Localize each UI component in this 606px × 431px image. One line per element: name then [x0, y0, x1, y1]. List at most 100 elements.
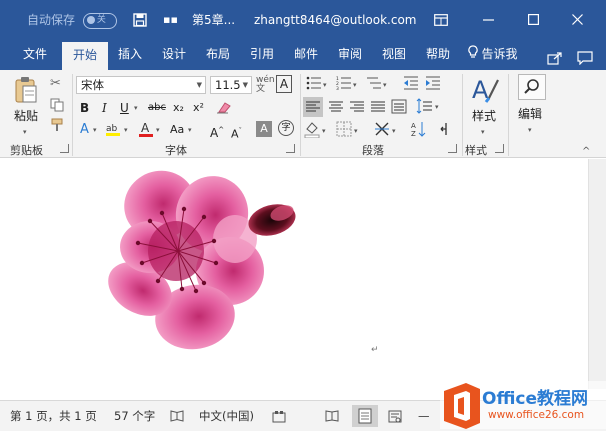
proofing-icon[interactable] — [170, 410, 184, 423]
font-name-combo[interactable]: 宋体 ▼ — [76, 76, 206, 94]
paste-icon[interactable] — [14, 76, 38, 110]
text-effects-dropdown-icon[interactable]: ▾ — [93, 122, 97, 138]
font-size-combo[interactable]: 11.5 ▼ — [210, 76, 252, 94]
close-icon[interactable] — [572, 14, 583, 25]
cut-icon[interactable]: ✂ — [50, 76, 61, 92]
print-layout-button[interactable] — [352, 405, 378, 427]
paste-button[interactable]: 粘贴 — [14, 108, 38, 124]
bold-button[interactable]: B — [80, 100, 89, 116]
numbering-dropdown-icon[interactable]: ▾ — [353, 77, 357, 93]
align-center-icon[interactable] — [326, 97, 346, 121]
page-info[interactable]: 第 1 页，共 1 页 — [10, 401, 97, 431]
tab-references[interactable]: 引用 — [242, 40, 282, 70]
paste-dropdown-icon[interactable]: ▾ — [23, 124, 27, 140]
multilevel-dropdown-icon[interactable]: ▾ — [383, 77, 387, 93]
grow-font-label: A — [210, 126, 219, 140]
align-left-button[interactable] — [303, 97, 323, 117]
highlight-icon[interactable]: ab — [104, 120, 122, 142]
phonetic-guide-icon[interactable]: wén 文 — [256, 76, 275, 94]
collapse-ribbon-icon[interactable]: ^ — [582, 144, 590, 160]
char-border-icon[interactable]: A — [276, 75, 292, 93]
editing-dropdown-icon[interactable]: ▾ — [528, 122, 532, 138]
grow-font-button[interactable]: A^ — [210, 122, 224, 141]
maximize-icon[interactable] — [528, 14, 539, 25]
language[interactable]: 中文(中国) — [199, 401, 254, 431]
styles-icon[interactable]: A — [470, 74, 500, 108]
share-icon[interactable] — [544, 47, 566, 65]
ribbon-display-icon[interactable] — [434, 14, 448, 26]
customize-qat-icon[interactable]: ▪▪ — [163, 0, 178, 40]
line-spacing-dropdown-icon[interactable]: ▾ — [435, 99, 439, 115]
tab-layout[interactable]: 布局 — [198, 40, 238, 70]
align-right-icon[interactable] — [347, 97, 367, 121]
format-painter-icon[interactable] — [50, 118, 64, 136]
italic-button[interactable]: I — [102, 100, 107, 116]
clear-formatting-icon[interactable] — [216, 100, 232, 118]
change-case-button[interactable]: Aa — [170, 122, 184, 138]
shading-icon[interactable] — [304, 120, 320, 142]
save-icon[interactable] — [133, 13, 147, 27]
tab-review[interactable]: 审阅 — [330, 40, 370, 70]
font-color-dropdown-icon[interactable]: ▾ — [156, 122, 160, 138]
underline-button[interactable]: U — [120, 100, 129, 116]
numbering-icon[interactable]: 123 — [336, 76, 352, 94]
tab-help[interactable]: 帮助 — [418, 40, 458, 70]
clipboard-launcher-icon[interactable] — [60, 144, 69, 153]
paragraph-launcher-icon[interactable] — [448, 144, 457, 153]
tab-design[interactable]: 设计 — [154, 40, 194, 70]
multilevel-list-icon[interactable] — [366, 76, 382, 94]
macro-icon[interactable] — [272, 410, 286, 423]
font-launcher-icon[interactable] — [286, 144, 295, 153]
search-icon[interactable] — [518, 74, 546, 100]
subscript-button[interactable]: x₂ — [173, 100, 184, 116]
comments-icon[interactable] — [574, 47, 596, 66]
flower-image[interactable] — [0, 159, 588, 389]
chinese-layout-icon[interactable] — [373, 120, 391, 142]
justify-icon[interactable] — [368, 97, 388, 121]
increase-indent-icon[interactable] — [425, 76, 441, 94]
web-layout-icon[interactable] — [388, 410, 402, 423]
sort-icon[interactable]: AZ — [410, 120, 428, 142]
word-count[interactable]: 57 个字 — [114, 401, 155, 431]
read-mode-icon[interactable] — [325, 410, 339, 423]
underline-dropdown-icon[interactable]: ▾ — [134, 100, 138, 116]
enclose-char-icon[interactable]: 字 — [278, 120, 294, 136]
bullets-dropdown-icon[interactable]: ▾ — [323, 77, 327, 93]
text-effects-icon[interactable]: A — [80, 122, 89, 138]
bullets-icon[interactable] — [306, 76, 322, 94]
styles-launcher-icon[interactable] — [495, 144, 504, 153]
borders-icon[interactable] — [336, 121, 352, 141]
tab-file[interactable]: 文件 — [14, 40, 56, 70]
account-name[interactable]: zhangtt8464@outlook.com — [254, 0, 417, 40]
borders-dropdown-icon[interactable]: ▾ — [354, 123, 358, 139]
tab-view[interactable]: 视图 — [374, 40, 414, 70]
tell-me[interactable]: 告诉我 — [462, 40, 524, 70]
minimize-icon[interactable] — [483, 19, 494, 21]
char-shading-button[interactable]: A — [256, 121, 272, 137]
tab-home[interactable]: 开始 — [62, 42, 108, 70]
show-marks-icon[interactable] — [433, 120, 449, 142]
line-spacing-icon[interactable] — [414, 97, 434, 121]
autosave-toggle[interactable]: 关 — [82, 12, 117, 29]
chinese-layout-dropdown-icon[interactable]: ▾ — [392, 123, 396, 139]
strikethrough-button[interactable]: abc — [148, 100, 166, 116]
document-area[interactable]: ↵ — [0, 159, 588, 389]
decrease-indent-icon[interactable] — [403, 76, 419, 94]
styles-button[interactable]: 样式 — [472, 108, 496, 124]
zoom-out-icon[interactable]: — — [418, 401, 430, 431]
copy-icon[interactable] — [50, 98, 64, 116]
shrink-font-button[interactable]: Aˇ — [231, 123, 242, 143]
distributed-icon[interactable] — [389, 97, 409, 121]
shrink-font-label: A — [231, 127, 239, 141]
highlight-dropdown-icon[interactable]: ▾ — [124, 122, 128, 138]
change-case-dropdown-icon[interactable]: ▾ — [188, 122, 192, 138]
tab-insert[interactable]: 插入 — [110, 40, 150, 70]
styles-dropdown-icon[interactable]: ▾ — [481, 124, 485, 140]
superscript-button[interactable]: x² — [193, 100, 204, 116]
editing-button[interactable]: 编辑 — [518, 106, 542, 122]
autosave[interactable]: 自动保存 关 — [27, 0, 117, 40]
vertical-scrollbar[interactable] — [588, 159, 606, 389]
shading-dropdown-icon[interactable]: ▾ — [322, 123, 326, 139]
tab-mailings[interactable]: 邮件 — [286, 40, 326, 70]
font-color-icon[interactable]: A — [138, 120, 154, 142]
